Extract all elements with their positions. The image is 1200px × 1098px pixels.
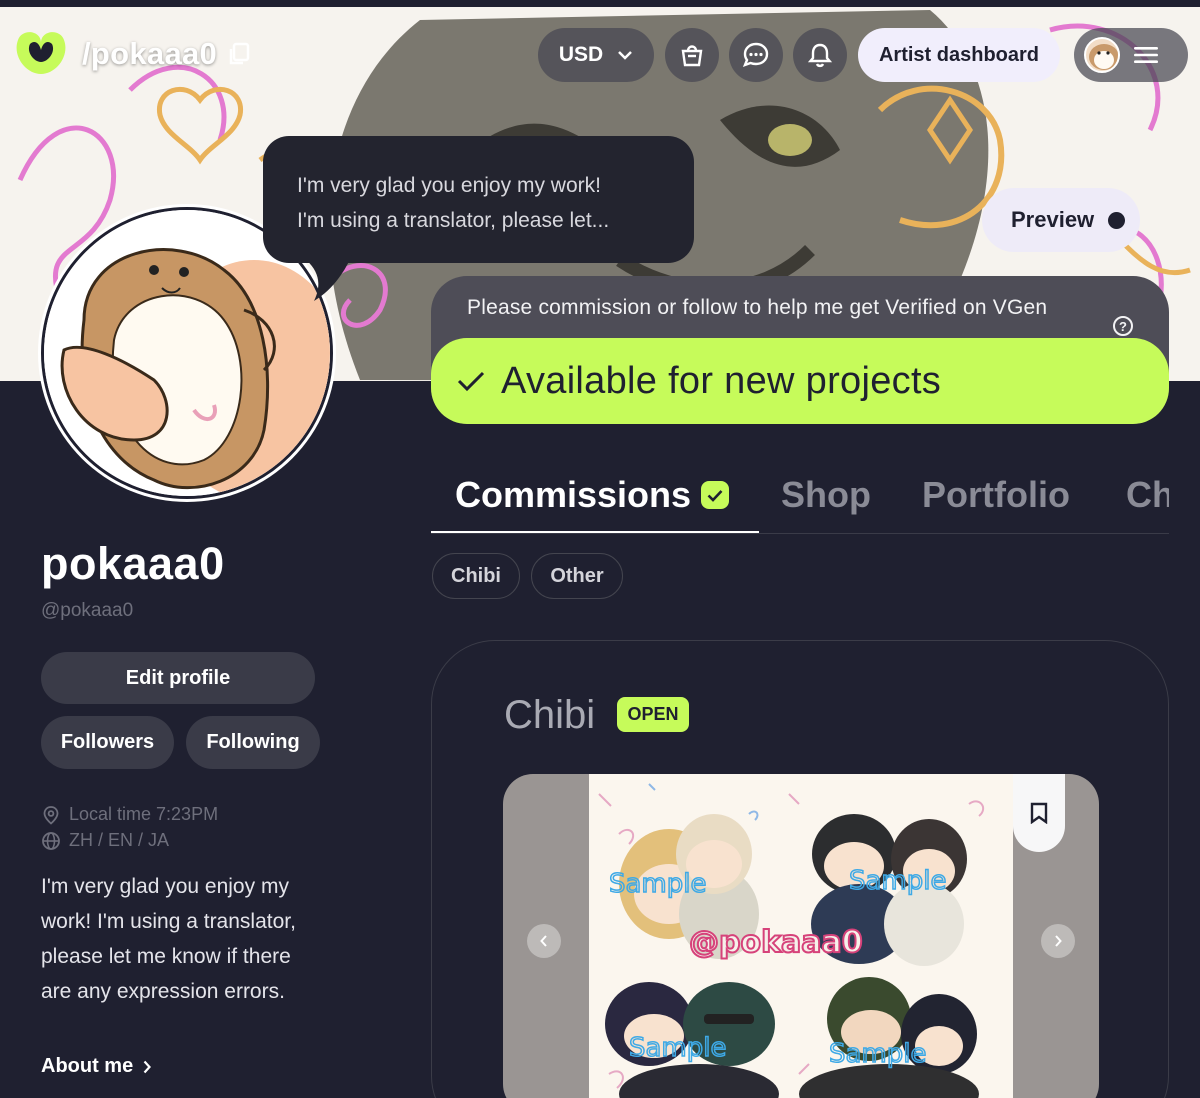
commission-sample-image: Sample Sample Sample Sample @pokaaa0	[589, 774, 1013, 1098]
sample-label-2: Sample	[849, 866, 947, 896]
profile-tabs: Commissions Shop Portfolio Ch	[431, 470, 1169, 534]
globe-icon	[42, 831, 60, 850]
profile-handle: /pokaaa0	[82, 36, 218, 71]
commission-gallery[interactable]: Sample Sample Sample Sample @pokaaa0	[503, 774, 1099, 1098]
help-icon[interactable]: ?	[1113, 316, 1133, 336]
copy-icon[interactable]	[228, 42, 250, 66]
top-strip	[0, 0, 1200, 7]
commission-card[interactable]: Chibi OPEN Sample Sample Sample Sample @…	[431, 640, 1169, 1098]
toggle-knob	[1108, 211, 1126, 229]
bookmark-icon	[1030, 802, 1048, 824]
chat-bubble-icon	[742, 42, 769, 68]
currency-label: USD	[558, 43, 604, 66]
edit-profile-button[interactable]: Edit profile	[41, 652, 315, 704]
local-time-row: Local time 7:23PM	[41, 804, 218, 825]
user-menu-button[interactable]	[1074, 28, 1188, 82]
chevron-left-icon	[540, 935, 547, 947]
artist-dashboard-button[interactable]: Artist dashboard	[858, 28, 1060, 82]
user-avatar	[1084, 37, 1120, 73]
shopping-bag-icon	[681, 45, 703, 67]
watermark-text: @pokaaa0	[689, 925, 863, 960]
display-name: pokaaa0	[41, 538, 225, 589]
verification-card: Please commission or follow to help me g…	[431, 276, 1169, 424]
bubble-line-1: I'm very glad you enjoy my work!	[297, 174, 601, 197]
filter-other[interactable]: Other	[531, 553, 623, 599]
chevron-right-icon	[143, 1060, 152, 1073]
about-me-link[interactable]: About me	[41, 1055, 152, 1078]
messages-button[interactable]	[729, 28, 783, 82]
hamburger-menu-icon	[1134, 47, 1158, 63]
availability-label: Available for new projects	[501, 359, 942, 402]
tab-shop[interactable]: Shop	[781, 474, 871, 516]
chevron-right-icon	[1055, 935, 1062, 947]
verified-check-icon	[701, 481, 730, 509]
bubble-tail	[300, 255, 352, 301]
availability-status[interactable]: Available for new projects	[431, 338, 1169, 424]
bio-speech-bubble: I'm very glad you enjoy my work! I'm usi…	[263, 136, 694, 263]
sample-label-4: Sample	[829, 1039, 927, 1069]
checkmark-icon	[457, 371, 485, 392]
preview-label: Preview	[1011, 207, 1095, 232]
tab-portfolio[interactable]: Portfolio	[922, 474, 1070, 516]
notifications-button[interactable]	[793, 28, 847, 82]
verification-message: Please commission or follow to help me g…	[467, 296, 1048, 319]
currency-selector[interactable]: USD	[538, 28, 654, 82]
preview-toggle[interactable]: Preview	[982, 188, 1140, 252]
gallery-next-button[interactable]	[1041, 924, 1075, 958]
bookmark-button[interactable]	[1013, 774, 1065, 852]
bell-icon	[808, 43, 832, 68]
tab-commissions-label: Commissions	[455, 474, 692, 515]
commission-title: Chibi	[504, 693, 596, 737]
languages-text: ZH / EN / JA	[69, 830, 170, 850]
gallery-prev-button[interactable]	[527, 924, 561, 958]
status-badge: OPEN	[617, 697, 689, 732]
tab-commissions[interactable]: Commissions	[455, 474, 730, 516]
vgen-logo-icon[interactable]	[12, 30, 70, 76]
about-me-label: About me	[41, 1055, 134, 1077]
sample-label-1: Sample	[609, 869, 707, 899]
filter-chibi[interactable]: Chibi	[432, 553, 520, 599]
followers-button[interactable]: Followers	[41, 716, 174, 769]
bubble-line-2: I'm using a translator, please let...	[297, 209, 610, 232]
sample-label-3: Sample	[629, 1033, 727, 1063]
chevron-down-icon	[618, 51, 633, 60]
local-time-text: Local time 7:23PM	[69, 804, 219, 824]
following-button[interactable]: Following	[186, 716, 320, 769]
languages-row: ZH / EN / JA	[41, 830, 169, 851]
tab-ch[interactable]: Ch	[1126, 474, 1169, 516]
cart-button[interactable]	[665, 28, 719, 82]
profile-bio: I'm very glad you enjoy my work! I'm usi…	[41, 875, 296, 1003]
active-tab-indicator	[431, 531, 759, 533]
username: @pokaaa0	[41, 600, 134, 621]
location-pin-icon	[43, 805, 59, 825]
